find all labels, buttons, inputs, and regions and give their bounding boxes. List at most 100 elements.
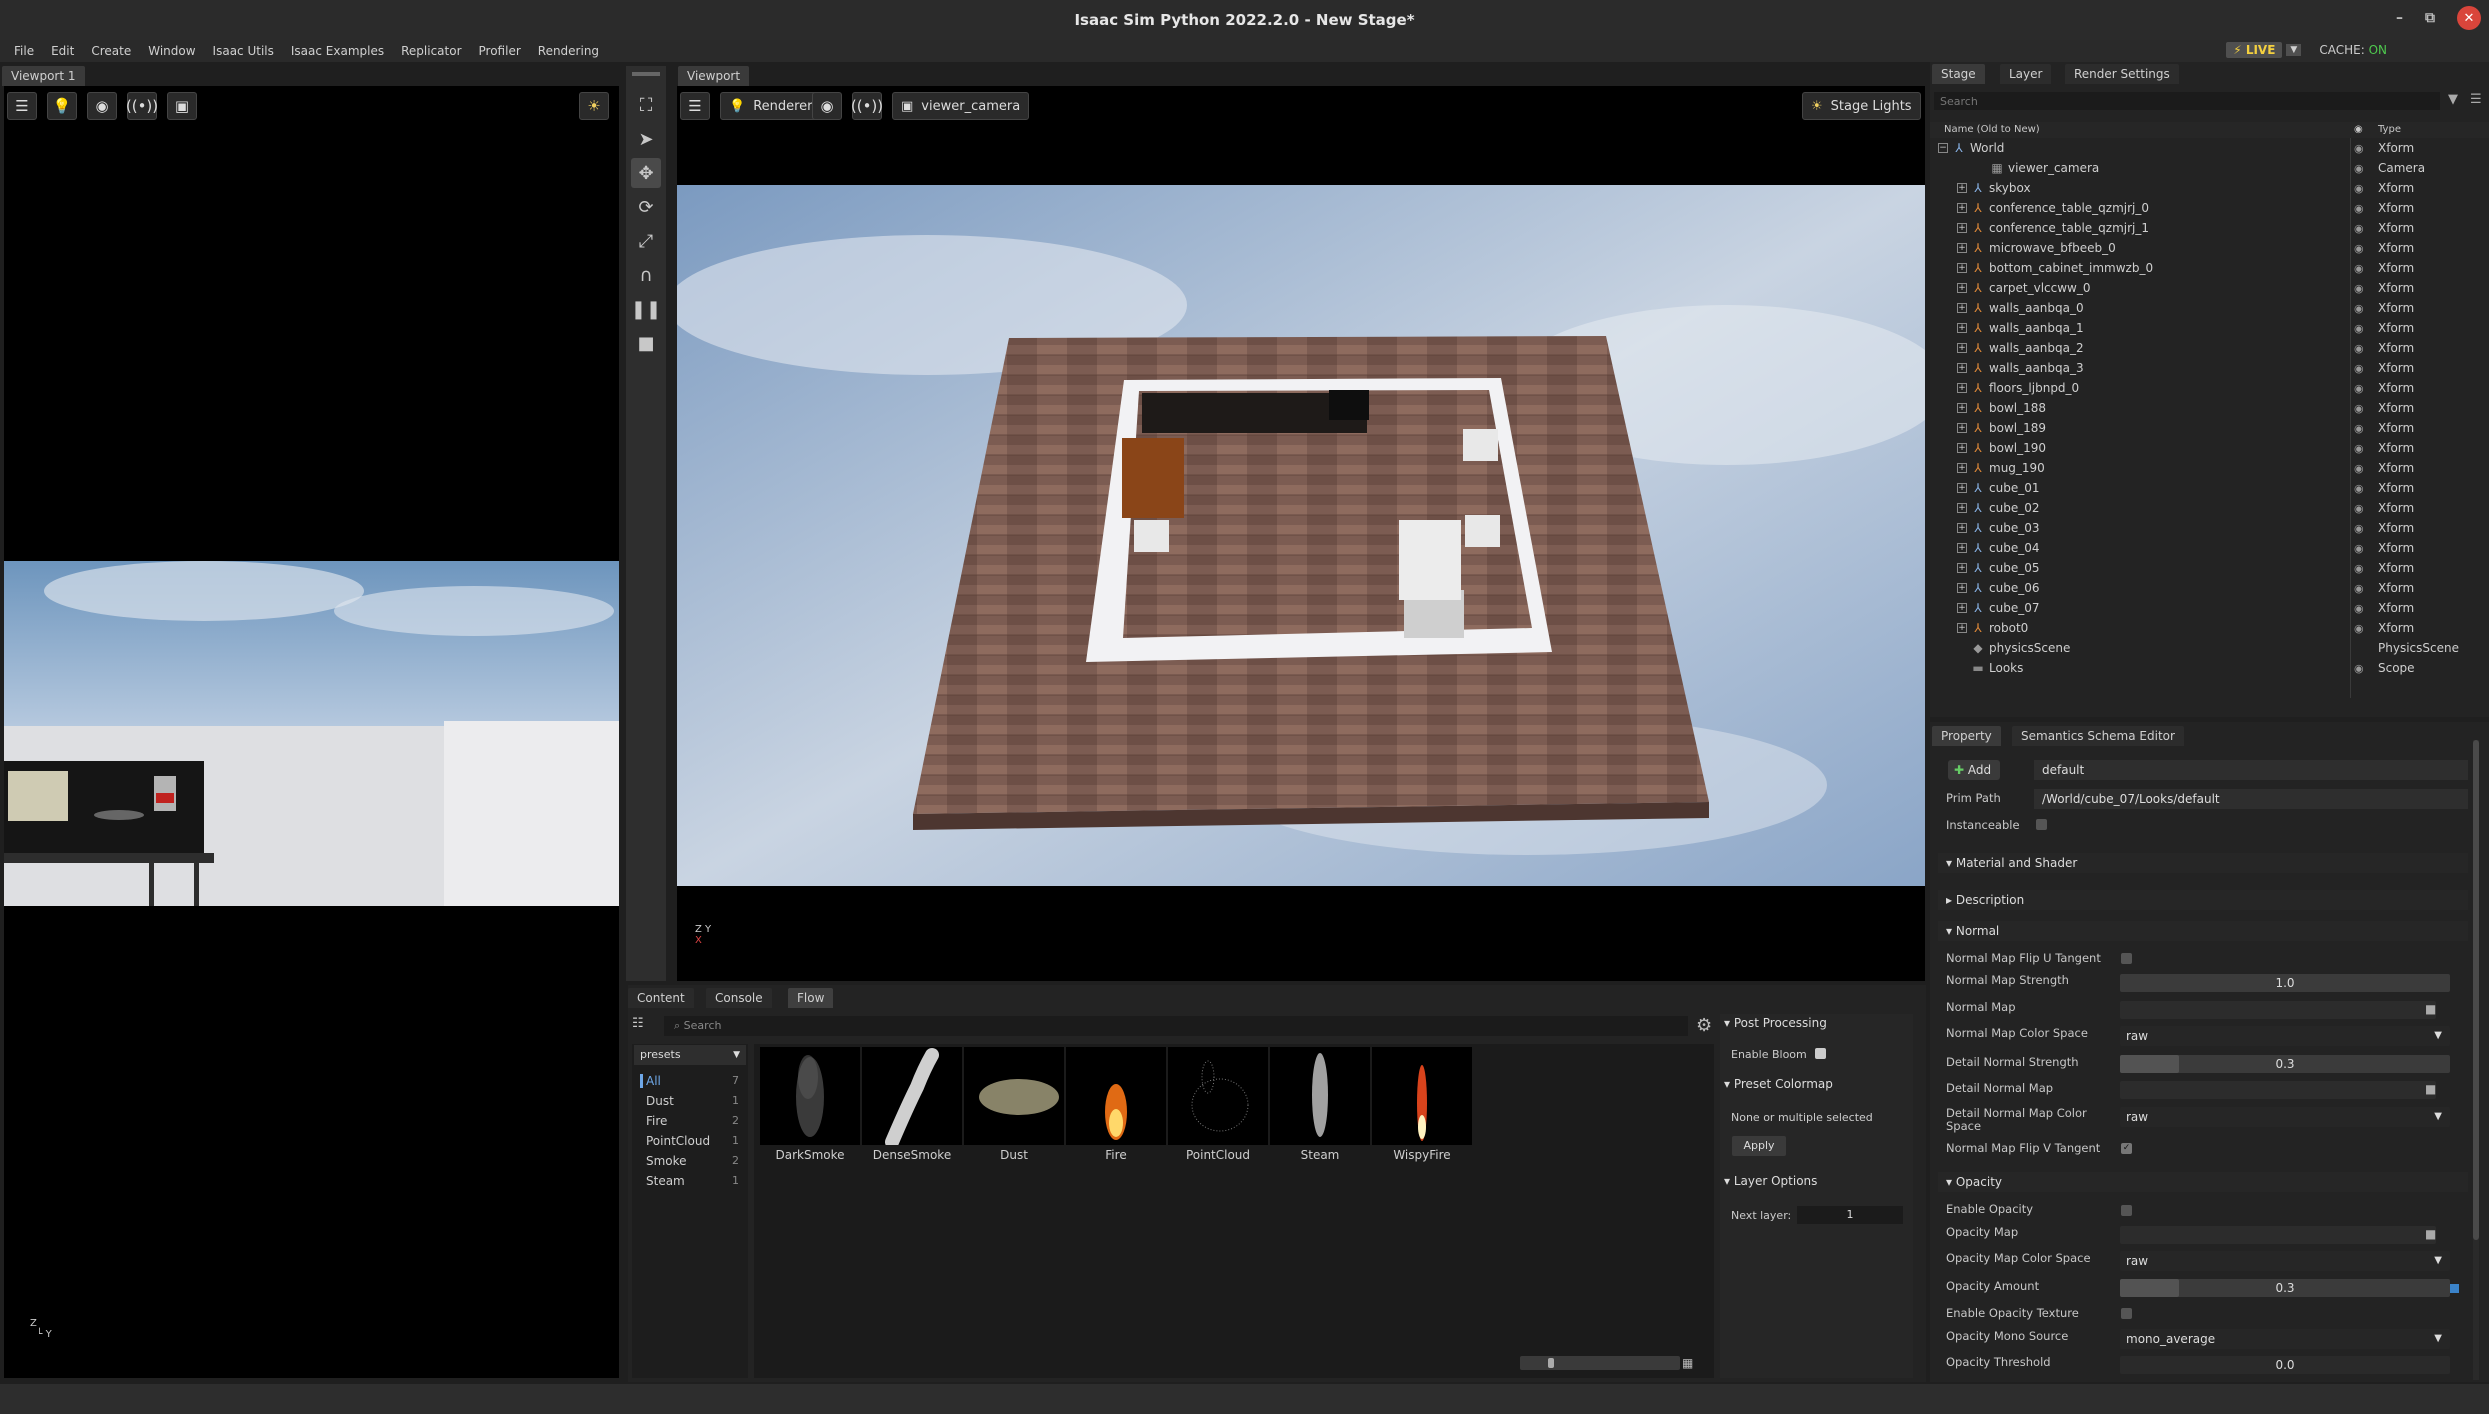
filter-icon[interactable]: ☷ — [632, 1016, 654, 1036]
visibility-eye-icon[interactable]: ◉ — [2354, 422, 2364, 435]
visibility-eye-icon[interactable]: ◉ — [2354, 342, 2364, 355]
visibility-eye-icon[interactable]: ◉ — [2354, 482, 2364, 495]
collapse-icon[interactable]: − — [1938, 143, 1948, 153]
stage-tree-row[interactable]: + ⅄ walls_aanbqa_0 ◉ Xform — [1930, 298, 2465, 318]
lightbulb-icon[interactable]: 💡 — [47, 92, 77, 120]
expand-icon[interactable]: + — [1957, 243, 1967, 253]
visibility-eye-icon[interactable]: ◉ — [2354, 522, 2364, 535]
filter-icon[interactable]: ▼ — [2448, 92, 2458, 107]
visibility-eye-icon[interactable]: ◉ — [2354, 282, 2364, 295]
stage-tree-row[interactable]: + ⅄ walls_aanbqa_2 ◉ Xform — [1930, 338, 2465, 358]
expand-icon[interactable]: + — [1957, 343, 1967, 353]
flow-preset-fire[interactable] — [1066, 1047, 1166, 1145]
visibility-eye-icon[interactable]: ◉ — [2354, 362, 2364, 375]
expand-icon[interactable]: + — [1957, 463, 1967, 473]
opacity-amount-slider[interactable]: 0.3 — [2120, 1279, 2450, 1297]
maximize-button[interactable]: ⧉ — [2425, 10, 2435, 26]
expand-icon[interactable]: + — [1957, 623, 1967, 633]
settings-sliders-icon[interactable]: ☰ — [7, 92, 37, 120]
expand-icon[interactable]: + — [1957, 283, 1967, 293]
stage-tree-row[interactable]: + ⅄ robot0 ◉ Xform — [1930, 618, 2465, 638]
gear-icon[interactable]: ⚙ — [1696, 1015, 1712, 1036]
enable-opacity-texture-checkbox[interactable] — [2121, 1308, 2132, 1319]
select-arrow-icon[interactable]: ➤ — [631, 124, 661, 154]
expand-icon[interactable]: + — [1957, 443, 1967, 453]
rotate-icon[interactable]: ⟳ — [631, 192, 661, 222]
normal-map-field[interactable] — [2120, 1001, 2436, 1019]
tab-content[interactable]: Content — [628, 988, 694, 1008]
expand-icon[interactable]: + — [1957, 183, 1967, 193]
flow-preset-steam[interactable] — [1270, 1047, 1370, 1145]
stage-tree-row[interactable]: ▬ Looks ◉ Scope — [1930, 658, 2465, 678]
section-opacity[interactable]: ▾ Opacity — [1938, 1172, 2468, 1192]
normal-color-space-dropdown[interactable]: raw — [2120, 1026, 2450, 1046]
tab-viewport[interactable]: Viewport — [678, 66, 750, 86]
stage-tree-row[interactable]: + ⅄ cube_07 ◉ Xform — [1930, 598, 2465, 618]
stage-tree-row[interactable]: + ⅄ floors_ljbnpd_0 ◉ Xform — [1930, 378, 2465, 398]
stage-tree-row[interactable]: + ⅄ cube_04 ◉ Xform — [1930, 538, 2465, 558]
section-description[interactable]: ▸ Description — [1938, 890, 2468, 910]
flow-preset-pointcloud[interactable] — [1168, 1047, 1268, 1145]
add-button[interactable]: ✚ Add — [1948, 760, 2000, 780]
visibility-eye-icon[interactable]: ◉ — [2354, 302, 2364, 315]
preset-category-steam[interactable]: Steam 1 — [640, 1174, 745, 1188]
next-layer-field[interactable]: 1 — [1797, 1206, 1903, 1224]
visibility-eye-icon[interactable]: ◉ — [2354, 142, 2364, 155]
visibility-eye-icon[interactable]: ◉ — [2354, 162, 2364, 175]
detail-strength-slider[interactable]: 0.3 — [2120, 1055, 2450, 1073]
menu-edit[interactable]: Edit — [51, 44, 74, 58]
stage-tree-row[interactable]: + ⅄ cube_06 ◉ Xform — [1930, 578, 2465, 598]
stage-tree-row[interactable]: + ⅄ conference_table_qzmjrj_1 ◉ Xform — [1930, 218, 2465, 238]
renderer-button[interactable]: 💡 Renderer — [720, 92, 822, 120]
broadcast-icon[interactable]: ((•)) — [126, 92, 158, 120]
broadcast-icon[interactable]: ((•)) — [851, 92, 883, 120]
grid-view-icon[interactable]: ▦ — [1682, 1356, 1693, 1370]
preset-category-dust[interactable]: Dust 1 — [640, 1094, 745, 1108]
instanceable-checkbox[interactable] — [2036, 819, 2047, 830]
expand-icon[interactable]: + — [1957, 543, 1967, 553]
tab-semantics-schema-editor[interactable]: Semantics Schema Editor — [2012, 726, 2184, 746]
visibility-eye-icon[interactable]: ◉ — [2354, 182, 2364, 195]
menu-file[interactable]: File — [14, 44, 34, 58]
folder-icon[interactable]: ■ — [2425, 1002, 2436, 1016]
menu-isaac-utils[interactable]: Isaac Utils — [213, 44, 274, 58]
opacity-color-space-dropdown[interactable]: raw — [2120, 1251, 2450, 1271]
tab-layer[interactable]: Layer — [2000, 64, 2052, 84]
visibility-eye-icon[interactable]: ◉ — [2354, 262, 2364, 275]
camera-icon[interactable]: ▣ — [167, 92, 197, 120]
stage-tree-row[interactable]: + ⅄ carpet_vlccww_0 ◉ Xform — [1930, 278, 2465, 298]
property-scrollbar[interactable] — [2473, 740, 2479, 1380]
minimize-button[interactable]: – — [2396, 10, 2403, 26]
stage-lights-button[interactable]: ☀ Stage Lights — [1802, 92, 1921, 120]
stage-tree-row[interactable]: ▦ viewer_camera ◉ Camera — [1930, 158, 2465, 178]
folder-icon[interactable]: ■ — [2425, 1082, 2436, 1096]
menu-profiler[interactable]: Profiler — [479, 44, 521, 58]
visibility-eye-icon[interactable]: ◉ — [2354, 462, 2364, 475]
expand-icon[interactable]: + — [1957, 583, 1967, 593]
preset-category-fire[interactable]: Fire 2 — [640, 1114, 745, 1128]
opacity-threshold-slider[interactable]: 0.0 — [2120, 1356, 2450, 1374]
pause-icon[interactable]: ❚❚ — [631, 294, 661, 324]
visibility-eye-icon[interactable]: ◉ — [2354, 222, 2364, 235]
move-icon[interactable]: ✥ — [631, 158, 661, 188]
visibility-eye-icon[interactable]: ◉ — [2354, 382, 2364, 395]
expand-icon[interactable]: + — [1957, 603, 1967, 613]
stage-tree-row[interactable]: + ⅄ bowl_188 ◉ Xform — [1930, 398, 2465, 418]
live-button[interactable]: ⚡ LIVE — [2226, 42, 2283, 58]
prim-path-field[interactable]: /World/cube_07/Looks/default — [2034, 789, 2468, 809]
visibility-eye-icon[interactable]: ◉ — [2354, 602, 2364, 615]
menu-rendering[interactable]: Rendering — [538, 44, 599, 58]
menu-create[interactable]: Create — [91, 44, 131, 58]
stage-tree-row[interactable]: + ⅄ cube_03 ◉ Xform — [1930, 518, 2465, 538]
apply-button[interactable]: Apply — [1732, 1136, 1786, 1156]
preset-category-pointcloud[interactable]: PointCloud 1 — [640, 1134, 745, 1148]
tab-property[interactable]: Property — [1932, 726, 2001, 746]
stage-tree-row[interactable]: + ⅄ bottom_cabinet_immwzb_0 ◉ Xform — [1930, 258, 2465, 278]
stage-tree-row[interactable]: + ⅄ mug_190 ◉ Xform — [1930, 458, 2465, 478]
col-name[interactable]: Name (Old to New) — [1944, 124, 2040, 135]
expand-icon[interactable]: + — [1957, 423, 1967, 433]
viewport-1[interactable]: ☰ 💡 ◉ ((•)) ▣ ☀ Z └ Y — [4, 86, 619, 1378]
expand-icon[interactable]: + — [1957, 483, 1967, 493]
visibility-eye-icon[interactable]: ◉ — [2354, 662, 2364, 675]
stage-tree-row[interactable]: + ⅄ cube_01 ◉ Xform — [1930, 478, 2465, 498]
